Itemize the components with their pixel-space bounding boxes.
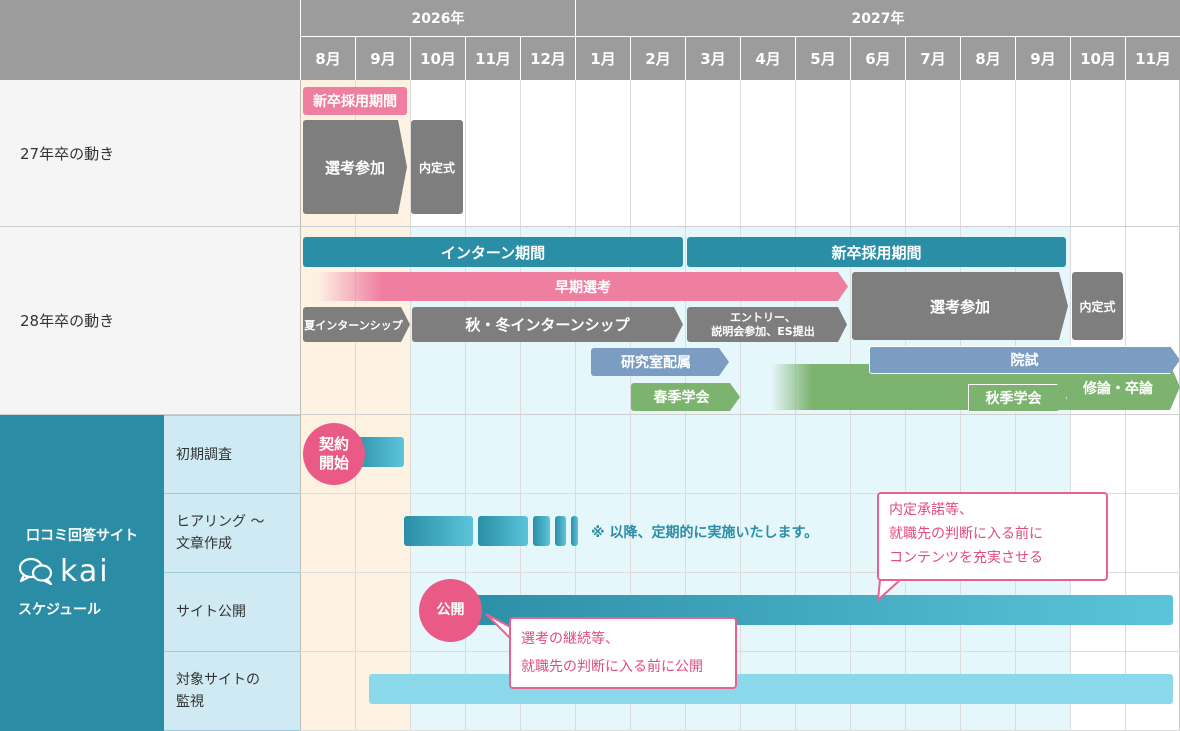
task-survey-label: 初期調査 (164, 415, 300, 494)
intern-period-bar: インターン期間 (303, 237, 683, 267)
month-label: 6月 (850, 37, 905, 80)
month-label: 8月 (300, 37, 355, 80)
row27-recruit-bar: 新卒採用期間 (303, 87, 407, 115)
hearing-bar-5 (571, 516, 578, 546)
year-2026: 2026年 (300, 0, 575, 37)
month-label: 8月 (960, 37, 1015, 80)
month-label: 3月 (685, 37, 740, 80)
task-hearing-line2: 文章作成 (176, 536, 232, 552)
publish-circle: 公開 (419, 579, 482, 642)
row28-selection-arrow: 選考参加 (852, 272, 1068, 340)
entry-line1: エントリー、 (730, 310, 796, 324)
row27-offer-box: 内定式 (411, 120, 463, 214)
contract-line1: 契約 (318, 435, 349, 453)
entry-line2: 説明会参加、ES提出 (711, 324, 815, 338)
early-selection-arrow: 早期選考 (318, 272, 848, 301)
task-monitor-line1: 対象サイトの (176, 672, 260, 688)
month-label: 1月 (575, 37, 630, 80)
kai-logo: kai (18, 553, 148, 589)
autumn-winter-intern-arrow: 秋・冬インターンシップ (412, 307, 683, 342)
callout-top-line3: コンテンツを充実させる (889, 550, 1043, 566)
callout-top-line1: 内定承諾等、 (889, 502, 973, 518)
thesis-label: 修論・卒論 (1083, 381, 1153, 397)
callout-bottom-line2: 就職先の判断に入る前に公開 (521, 659, 703, 675)
month-label: 2月 (630, 37, 685, 80)
callout-top: 内定承諾等、 就職先の判断に入る前に コンテンツを充実させる (877, 492, 1108, 581)
hearing-bar-1 (404, 516, 473, 546)
month-label: 4月 (740, 37, 795, 80)
grad-exam-arrow: 院試 (869, 346, 1180, 374)
callout-top-line2: 就職先の判断に入る前に (889, 526, 1043, 542)
row28-offer-box: 内定式 (1072, 272, 1123, 340)
summer-intern-arrow: 夏インターンシップ (303, 307, 410, 342)
month-label: 11月 (1125, 37, 1180, 80)
monitor-bar (369, 674, 1173, 704)
callout-top-pointer (876, 578, 903, 603)
row-label-27: 27年卒の動き (0, 80, 300, 227)
callout-bottom-line1: 選考の継続等、 (521, 631, 619, 647)
row27-selection-arrow: 選考参加 (303, 120, 407, 214)
month-label: 9月 (1015, 37, 1070, 80)
task-monitor-label: 対象サイトの 監視 (164, 652, 300, 731)
contract-start-circle: 契約 開始 (303, 423, 365, 485)
callout-bottom: 選考の継続等、 就職先の判断に入る前に公開 (509, 617, 737, 689)
kai-logo-text: kai (60, 553, 110, 589)
header-corner (0, 0, 300, 80)
contract-line2: 開始 (318, 454, 349, 472)
kai-title-1: 口コミ回答サイト (26, 528, 138, 544)
month-label: 10月 (410, 37, 465, 80)
month-label: 9月 (355, 37, 410, 80)
recruit-period-bar: 新卒採用期間 (687, 237, 1066, 267)
month-label: 5月 (795, 37, 850, 80)
task-publish-label: サイト公開 (164, 573, 300, 652)
year-2027: 2027年 (575, 0, 1180, 37)
row-label-28: 28年卒の動き (0, 227, 300, 415)
entry-arrow: エントリー、 説明会参加、ES提出 (687, 307, 847, 342)
month-label: 7月 (905, 37, 960, 80)
autumn-conf-arrow: 秋季学会 (968, 384, 1067, 412)
month-label: 11月 (465, 37, 520, 80)
hearing-bar-3 (533, 516, 550, 546)
month-label: 10月 (1070, 37, 1125, 80)
lab-assignment-arrow: 研究室配属 (591, 348, 729, 376)
task-monitor-line2: 監視 (176, 694, 204, 710)
month-label: 12月 (520, 37, 575, 80)
spring-conf-arrow: 春季学会 (631, 383, 740, 411)
hearing-bar-4 (555, 516, 566, 546)
task-hearing-label: ヒアリング 〜 文章作成 (164, 494, 300, 573)
hearing-bar-2 (478, 516, 528, 546)
kai-title-2: スケジュール (18, 602, 102, 618)
task-hearing-line1: ヒアリング 〜 (176, 514, 265, 530)
kai-sidebar: 口コミ回答サイト kai スケジュール (0, 415, 164, 731)
chat-bubbles-icon (18, 557, 53, 586)
periodic-note: ※ 以降、定期的に実施いたします。 (591, 525, 819, 541)
